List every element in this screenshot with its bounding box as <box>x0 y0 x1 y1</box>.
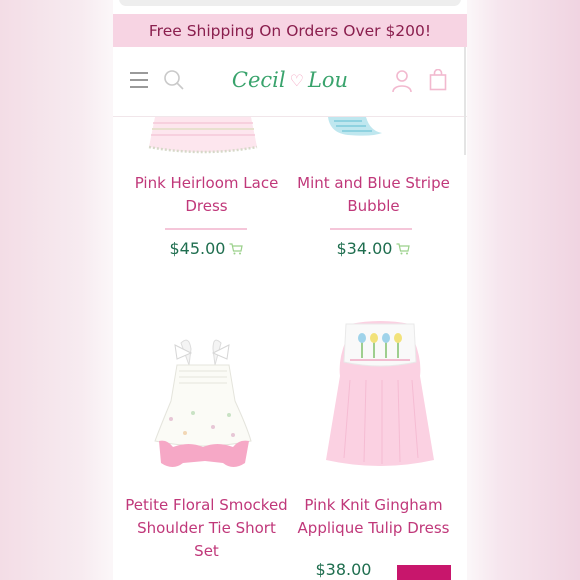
site-header: Cecil ♡ Lou <box>113 47 467 117</box>
product-title[interactable]: Petite Floral Smocked Shoulder Tie Short… <box>123 494 290 563</box>
product-title-line: Pink Knit Gingham <box>304 496 443 514</box>
product-card[interactable]: Petite Floral Smocked Shoulder Tie Short… <box>113 330 290 580</box>
promo-banner[interactable]: Free Shipping On Orders Over $200! <box>113 14 467 47</box>
product-image[interactable] <box>310 117 450 137</box>
product-price: $34.00 <box>336 239 393 258</box>
bag-icon[interactable] <box>429 69 447 91</box>
product-price: $45.00 <box>169 239 226 258</box>
product-title-line: Shoulder Tie Short <box>137 519 276 537</box>
add-to-cart-button[interactable] <box>397 565 451 580</box>
product-title-line: Applique Tulip Dress <box>297 519 450 537</box>
product-price: $38.00 <box>315 560 372 579</box>
divider <box>330 228 412 230</box>
product-card[interactable]: Pink Heirloom Lace Dress $45.00 <box>113 117 290 277</box>
product-image[interactable] <box>133 335 273 475</box>
product-card[interactable]: Pink Knit Gingham Applique Tulip Dress $… <box>290 321 467 580</box>
cart-icon[interactable] <box>396 242 411 255</box>
product-title-line: Pink Heirloom Lace <box>134 174 279 192</box>
divider <box>165 228 247 230</box>
logo-text-left: Cecil <box>231 68 286 92</box>
price-row: $45.00 <box>123 239 290 258</box>
product-title-line: Mint and Blue Stripe <box>297 174 450 192</box>
product-title[interactable]: Pink Knit Gingham Applique Tulip Dress <box>290 494 457 540</box>
product-image[interactable] <box>133 117 273 155</box>
promo-text: Free Shipping On Orders Over $200! <box>148 21 432 40</box>
product-title-line: Dress <box>185 197 228 215</box>
account-icon[interactable] <box>391 69 413 93</box>
logo-text-right: Lou <box>307 68 349 92</box>
product-grid: Pink Heirloom Lace Dress $45.00 Mint and… <box>113 117 467 580</box>
browser-bar <box>113 0 467 14</box>
hamburger-icon[interactable] <box>130 72 148 88</box>
product-title[interactable]: Mint and Blue Stripe Bubble <box>290 172 457 218</box>
phone-screen: Free Shipping On Orders Over $200! Cecil… <box>113 0 467 580</box>
product-card[interactable]: Mint and Blue Stripe Bubble $34.00 <box>290 117 467 277</box>
cart-icon[interactable] <box>229 242 244 255</box>
price-row: $34.00 <box>290 239 457 258</box>
address-bar[interactable] <box>119 0 461 6</box>
brand-logo[interactable]: Cecil ♡ Lou <box>223 59 357 101</box>
product-image[interactable] <box>310 320 450 480</box>
product-title-line: Bubble <box>347 197 400 215</box>
product-title[interactable]: Pink Heirloom Lace Dress <box>123 172 290 218</box>
product-title-line: Petite Floral Smocked <box>125 496 288 514</box>
heart-icon: ♡ <box>289 70 304 90</box>
search-icon[interactable] <box>163 69 185 91</box>
